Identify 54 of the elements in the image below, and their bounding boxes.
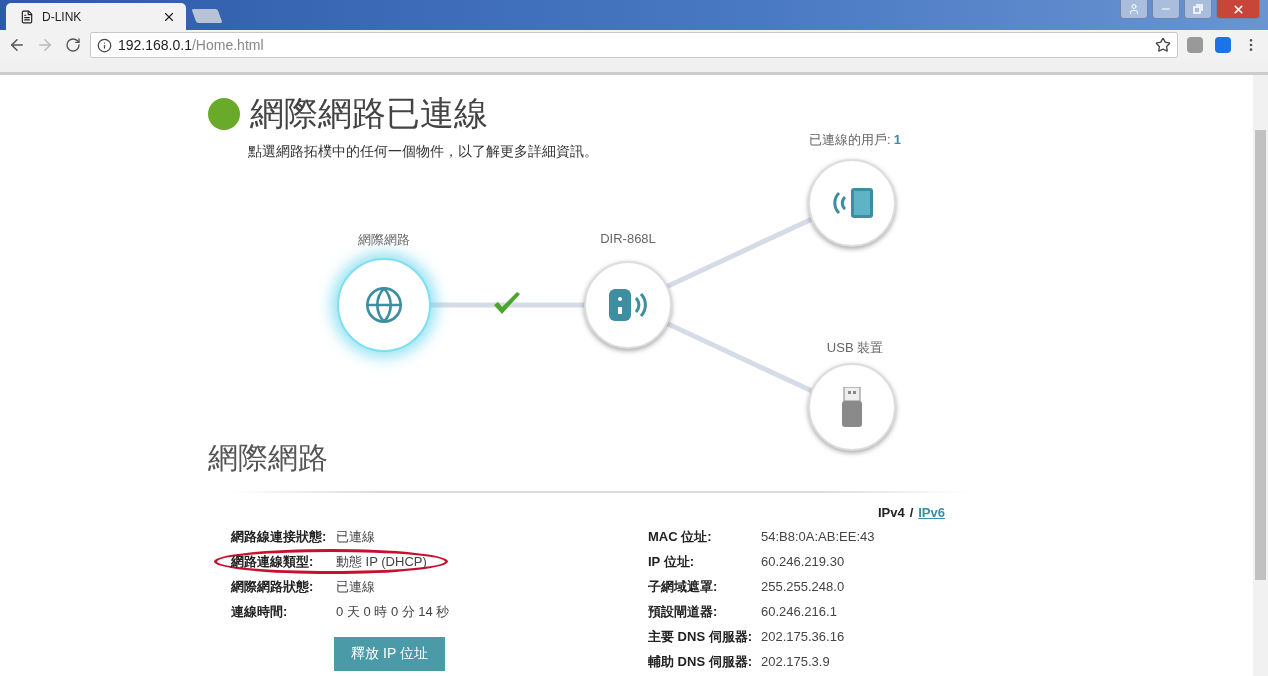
topology-node[interactable] (584, 261, 672, 349)
reload-icon (65, 37, 81, 53)
field-label: 網際網路狀態: (231, 577, 315, 596)
field-value: 60.246.216.1 (761, 604, 838, 619)
node-label: USB 裝置 (826, 339, 884, 357)
extension-icon[interactable] (1212, 34, 1234, 56)
address-bar[interactable]: 192.168.0.1/Home.html (90, 32, 1178, 58)
field-value: 202.175.3.9 (761, 654, 831, 669)
globe-icon (364, 285, 404, 325)
field-label: IP 位址: (648, 552, 695, 571)
field-label: MAC 位址: (648, 527, 713, 546)
browser-tab[interactable]: D-LINK (6, 3, 186, 30)
hint-text: 點選網路拓樸中的任何一個物件，以了解更多詳細資訊。 (248, 143, 599, 161)
minimize-button[interactable] (1152, 0, 1180, 19)
field-value: 0 天 0 時 0 分 14 秒 (336, 602, 451, 621)
user-icon (1128, 3, 1140, 15)
scrollbar[interactable] (1253, 75, 1268, 676)
field-label: 網路連線類型: (231, 552, 315, 571)
bookmark-star-icon[interactable] (1155, 37, 1171, 53)
field-label: 主要 DNS 伺服器: (648, 627, 753, 646)
extension-icon[interactable] (1184, 34, 1206, 56)
field-label: 輔助 DNS 伺服器: (648, 652, 753, 671)
ip-version-link[interactable]: IPv4 (877, 505, 905, 520)
node-label: DIR-868L (600, 231, 656, 246)
node-label: 網際網路 (358, 231, 410, 249)
ip-version-link[interactable]: IPv6 (918, 505, 945, 520)
field-value: 54:B8:0A:AB:EE:43 (761, 529, 876, 544)
field-label: 子網域遮罩: (648, 577, 719, 596)
usb-stick-icon (841, 387, 863, 427)
separator-text: / (909, 505, 914, 520)
field-value: 已連線 (336, 577, 376, 596)
restore-button[interactable] (1184, 0, 1212, 19)
section-title: 網際網路 (208, 440, 329, 476)
node-label: 已連線的用戶: 1 (809, 131, 901, 149)
field-value: 動態 IP (DHCP) (336, 552, 428, 571)
field-value: 60.246.219.30 (761, 554, 846, 569)
user-button[interactable] (1120, 0, 1148, 19)
field-value: 255.255.248.0 (761, 579, 846, 594)
field-label: 網路線連接狀態: (231, 527, 328, 546)
info-icon (97, 37, 112, 53)
forward-arrow-icon (36, 36, 54, 54)
topology-node[interactable] (808, 363, 896, 451)
restore-icon (1193, 4, 1203, 14)
field-value: 202.175.36.16 (761, 629, 846, 644)
close-button[interactable] (1216, 0, 1260, 19)
field-value: 已連線 (336, 527, 376, 546)
new-tab-button[interactable] (191, 9, 223, 23)
page-icon (20, 9, 34, 24)
field-label: 預設閘道器: (648, 602, 719, 621)
topology-node[interactable] (337, 258, 431, 352)
topology-node[interactable] (808, 159, 896, 247)
status-title: 網際網路已連線 (250, 93, 488, 134)
field-label: 連線時間: (231, 602, 289, 621)
close-icon (1231, 2, 1245, 16)
